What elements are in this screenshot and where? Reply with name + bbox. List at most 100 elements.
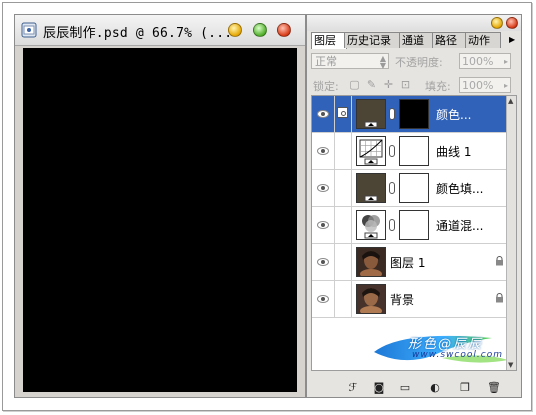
portrait-image [357, 285, 385, 313]
layer-mask-thumbnail[interactable] [399, 99, 429, 129]
layer-row-layer-1[interactable]: 图层 1 [312, 244, 508, 281]
lock-label: 锁定: [313, 80, 339, 93]
visibility-toggle[interactable] [312, 133, 335, 169]
link-chain-icon[interactable] [389, 182, 395, 194]
palette-minimize-button[interactable] [491, 17, 503, 29]
eye-icon [317, 258, 329, 266]
fill-adjustment-icon [364, 121, 378, 128]
layer-mask-thumbnail[interactable] [399, 136, 429, 166]
lock-image-brush-icon[interactable]: ✎ [366, 79, 377, 90]
curves-thumbnail [356, 136, 386, 166]
layer-row-channel-mixer[interactable]: 通道混... [312, 207, 508, 244]
opacity-label: 不透明度: [395, 56, 443, 69]
palette-bottom-toolbar: ℱ ◙ ▭ ◐ ❐ 🗑 [311, 381, 517, 395]
layer-link-cell[interactable] [335, 170, 352, 206]
eye-icon [317, 110, 329, 118]
add-mask-icon[interactable]: ◙ [373, 382, 385, 394]
new-layer-icon[interactable]: ❐ [459, 382, 471, 394]
lock-icon [496, 293, 503, 303]
layer-mask-active-icon [337, 107, 348, 118]
lock-transparency-icon[interactable]: ▢ [349, 79, 360, 90]
document-title: 辰辰制作.psd @ 66.7% (... [43, 26, 233, 41]
document-window: 辰辰制作.psd @ 66.7% (... [14, 14, 306, 398]
lock-fill-row: 锁定: ▢ ✎ ✛ ⊡ 填充: 100% ▸ [311, 77, 517, 95]
layer-link-cell[interactable] [335, 133, 352, 169]
eye-icon [317, 184, 329, 192]
visibility-toggle[interactable] [312, 207, 335, 243]
link-chain-icon[interactable] [389, 108, 395, 120]
layer-row-curves[interactable]: 曲线 1 [312, 133, 508, 170]
portrait-image [357, 248, 385, 276]
channel-mixer-icon [362, 215, 380, 239]
opacity-value: 100% [462, 55, 494, 68]
scroll-down-icon[interactable]: ▼ [508, 361, 513, 369]
layer-name[interactable]: 图层 1 [390, 254, 425, 271]
layer-row-color-fill-2[interactable]: 颜色填... [312, 170, 508, 207]
eye-icon [317, 295, 329, 303]
blend-mode-select[interactable]: 正常 ▲ ▼ [311, 53, 389, 70]
tab-layers[interactable]: 图层 [311, 32, 347, 49]
tab-history[interactable]: 历史记录 [344, 32, 402, 48]
palette-tabs: 图层 历史记录 通道 路径 动作 ▶ [311, 32, 517, 49]
palette-menu-arrow-icon[interactable]: ▶ [509, 35, 515, 44]
chevron-right-icon[interactable]: ▸ [504, 54, 508, 70]
layer-name[interactable]: 曲线 1 [436, 143, 471, 160]
eye-icon [317, 221, 329, 229]
layer-link-cell[interactable] [335, 207, 352, 243]
minimize-button[interactable] [228, 23, 242, 37]
layer-row-color-fill-1[interactable]: 颜色... [312, 96, 508, 133]
fill-adjustment-icon [364, 195, 378, 202]
document-canvas[interactable] [23, 48, 297, 392]
chevron-right-icon[interactable]: ▸ [504, 78, 508, 94]
layer-link-cell[interactable] [335, 281, 352, 317]
visibility-toggle[interactable] [312, 281, 335, 317]
watermark-url: www.swcool.com [412, 350, 503, 360]
layer-name[interactable]: 颜色填... [436, 180, 483, 197]
scroll-up-icon[interactable]: ▲ [508, 97, 513, 105]
document-titlebar[interactable]: 辰辰制作.psd @ 66.7% (... [15, 15, 305, 46]
portrait-thumbnail [356, 247, 386, 277]
lock-all-icon[interactable]: ⊡ [400, 79, 411, 90]
visibility-toggle[interactable] [312, 170, 335, 206]
layers-list: 颜色... 曲线 1 颜色填... 通道混... 图层 1 背景 形色@辰辰 w… [311, 95, 517, 371]
tab-paths[interactable]: 路径 [432, 32, 468, 48]
visibility-toggle[interactable] [312, 244, 335, 280]
link-chain-icon[interactable] [389, 145, 395, 157]
fill-label: 填充: [425, 80, 451, 93]
layer-row-background[interactable]: 背景 [312, 281, 508, 318]
opacity-field[interactable]: 100% ▸ [459, 53, 511, 69]
updown-arrows-icon: ▲ ▼ [379, 54, 386, 70]
layer-name[interactable]: 通道混... [436, 217, 483, 234]
color-fill-thumbnail [356, 99, 386, 129]
layer-link-cell[interactable] [335, 244, 352, 280]
layer-mask-thumbnail[interactable] [399, 173, 429, 203]
maximize-button[interactable] [253, 23, 267, 37]
close-button[interactable] [277, 23, 291, 37]
lock-icon [496, 256, 503, 266]
curves-icon [359, 139, 383, 165]
layer-name[interactable]: 背景 [390, 291, 414, 308]
layers-palette: 图层 历史记录 通道 路径 动作 ▶ 正常 ▲ ▼ 不透明度: 100% ▸ 锁定… [306, 14, 522, 398]
fill-value: 100% [462, 79, 494, 92]
blend-mode-value: 正常 [315, 55, 337, 68]
layer-name[interactable]: 颜色... [436, 106, 471, 123]
layers-scrollbar[interactable]: ▲ ▼ [506, 96, 516, 370]
eye-icon [317, 147, 329, 155]
tab-channels[interactable]: 通道 [399, 32, 435, 48]
trash-icon[interactable]: 🗑 [487, 382, 501, 394]
link-chain-icon[interactable] [389, 219, 395, 231]
tab-actions[interactable]: 动作 [465, 32, 501, 48]
layer-style-icon[interactable]: ℱ [347, 382, 359, 394]
blend-opacity-row: 正常 ▲ ▼ 不透明度: 100% ▸ [311, 53, 517, 71]
new-group-icon[interactable]: ▭ [399, 382, 411, 394]
palette-close-button[interactable] [506, 17, 518, 29]
channel-mixer-thumbnail [356, 210, 386, 240]
layer-link-cell[interactable] [335, 96, 352, 132]
watermark: 形色@辰辰 www.swcool.com [372, 332, 510, 366]
palette-titlebar[interactable] [307, 15, 521, 31]
lock-position-move-icon[interactable]: ✛ [383, 79, 394, 90]
new-adjustment-layer-icon[interactable]: ◐ [429, 382, 441, 394]
fill-field[interactable]: 100% ▸ [459, 77, 511, 93]
visibility-toggle[interactable] [312, 96, 335, 132]
layer-mask-thumbnail[interactable] [399, 210, 429, 240]
